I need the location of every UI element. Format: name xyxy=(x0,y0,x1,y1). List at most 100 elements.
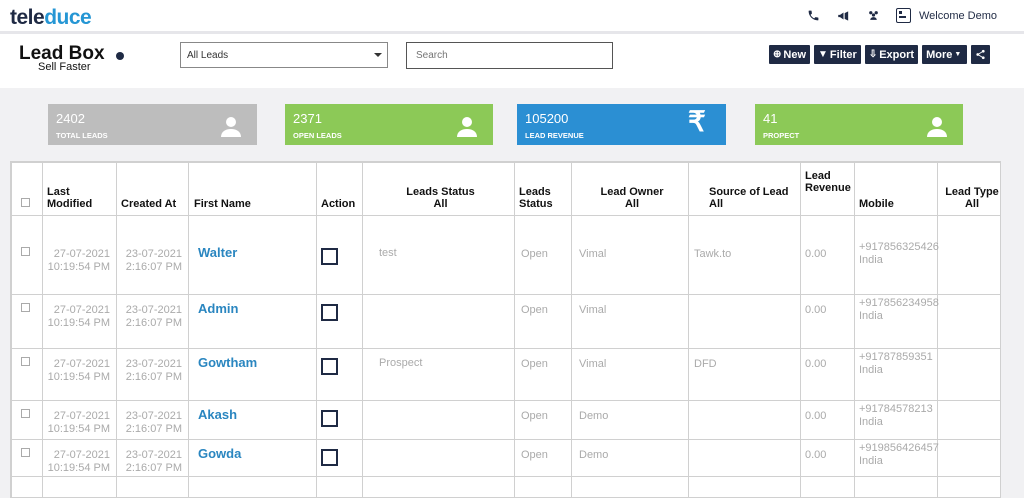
card-prospect[interactable]: 41 PROPECT xyxy=(755,104,963,145)
lead-source-cell: DFD xyxy=(688,348,801,401)
mobile-cell: +91784578213 India xyxy=(854,400,938,440)
new-button[interactable]: ⊕ New xyxy=(769,45,811,64)
col-first-name[interactable]: First Name xyxy=(188,162,317,216)
lead-status-note: Prospect xyxy=(379,357,423,369)
lead-source-cell xyxy=(688,439,801,477)
first-name-cell: Walter xyxy=(188,215,317,295)
lead-owner: Demo xyxy=(579,410,609,422)
lead-owner: Vimal xyxy=(579,358,607,370)
lead-revenue: 0.00 xyxy=(805,304,827,316)
created-at-cell: 23-07-2021 2:16:07 PM xyxy=(116,439,189,477)
page-subtitle: Sell Faster xyxy=(38,61,91,73)
action-checkbox-icon[interactable] xyxy=(321,410,338,427)
table-row[interactable]: 27-07-2021 10:19:54 PM 23-07-2021 2:16:07 P… xyxy=(11,439,1000,477)
lead-country: India xyxy=(859,254,883,266)
first-name-cell: Admin xyxy=(188,294,317,349)
col-action: Action xyxy=(316,162,363,216)
lead-status-cell: Open xyxy=(514,294,572,349)
share-icon xyxy=(976,49,985,60)
lead-name-link[interactable]: Walter xyxy=(198,245,237,260)
card-lead-revenue[interactable]: 105200 LEAD REVENUE ₹ xyxy=(517,104,726,145)
empty-cell xyxy=(800,476,855,497)
col-created-at[interactable]: Created At xyxy=(116,162,189,216)
col-mobile[interactable]: Mobile xyxy=(854,162,938,216)
empty-cell xyxy=(688,476,801,497)
empty-cell xyxy=(362,476,515,497)
last-modified-date: 27-07-2021 xyxy=(53,304,110,316)
funnel-icon: ▼ xyxy=(818,49,828,60)
megaphone-icon[interactable] xyxy=(836,8,852,24)
last-modified-time: 10:19:54 PM xyxy=(47,317,110,329)
action-checkbox-icon[interactable] xyxy=(321,358,338,375)
lead-status: Open xyxy=(521,304,548,316)
first-name-cell: Gowtham xyxy=(188,348,317,401)
action-checkbox-icon[interactable] xyxy=(321,304,338,321)
col-source-of-lead[interactable]: Source of Lead All xyxy=(688,162,801,216)
type-filter-value[interactable]: All xyxy=(965,198,979,210)
lead-revenue: 0.00 xyxy=(805,410,827,422)
created-time: 2:16:07 PM xyxy=(125,317,182,329)
welcome-user[interactable]: Welcome Demo xyxy=(919,10,997,22)
mobile-cell: +917856325426 India xyxy=(854,215,939,295)
table-row[interactable]: 27-07-2021 10:19:54 PM 23-07-2021 2:16:07 P… xyxy=(11,400,1000,440)
card-open-leads[interactable]: 2371 OPEN LEADS xyxy=(285,104,493,145)
leads-status-note-cell xyxy=(362,294,515,349)
select-all-header xyxy=(11,162,43,216)
row-checkbox[interactable] xyxy=(21,409,30,418)
lead-mobile: +91784578213 xyxy=(859,403,933,415)
lead-type-cell xyxy=(937,439,1000,477)
row-select-cell xyxy=(11,400,43,440)
last-modified-cell: 27-07-2021 10:19:54 PM xyxy=(42,294,117,349)
col-leads-status[interactable]: Leads Status xyxy=(514,162,572,216)
created-at-cell: 23-07-2021 2:16:07 PM xyxy=(116,294,189,349)
lead-name-link[interactable]: Gowtham xyxy=(198,355,257,370)
filter-button[interactable]: ▼ Filter xyxy=(814,45,861,64)
status-filter-value[interactable]: All xyxy=(433,198,447,210)
empty-cell xyxy=(854,476,938,497)
action-checkbox-icon[interactable] xyxy=(321,248,338,265)
col-lead-owner[interactable]: Lead Owner All xyxy=(571,162,689,216)
lead-status-cell: Open xyxy=(514,215,572,295)
export-button[interactable]: ⇩ Export xyxy=(864,45,919,64)
action-cell xyxy=(316,215,363,295)
user-icon xyxy=(927,117,947,137)
row-checkbox[interactable] xyxy=(21,448,30,457)
users-icon[interactable] xyxy=(866,8,882,24)
action-cell xyxy=(316,348,363,401)
card-label: PROPECT xyxy=(763,131,800,140)
lead-type-cell xyxy=(937,400,1000,440)
lead-name-link[interactable]: Gowda xyxy=(198,446,241,461)
lead-mobile: +917856234958 xyxy=(859,297,939,309)
empty-cell xyxy=(514,476,572,497)
leads-filter-select[interactable]: All Leads xyxy=(180,42,388,68)
table-row[interactable]: 27-07-2021 10:19:54 PM 23-07-2021 2:16:07 P… xyxy=(11,294,1000,349)
col-leads-status-filter[interactable]: Leads Status All xyxy=(362,162,515,216)
toolbar: ⊕ New ▼ Filter ⇩ Export More ▼ xyxy=(769,45,994,64)
lead-revenue-cell: 0.00 xyxy=(800,215,855,295)
table-row[interactable]: 27-07-2021 10:19:54 PM 23-07-2021 2:16:07 P… xyxy=(11,348,1000,401)
col-lead-revenue[interactable]: Lead Revenue xyxy=(800,162,855,216)
card-label: OPEN LEADS xyxy=(293,131,342,140)
lead-name-link[interactable]: Akash xyxy=(198,407,237,422)
share-button[interactable] xyxy=(971,45,991,64)
lead-name-link[interactable]: Admin xyxy=(198,301,238,316)
col-lead-type[interactable]: Lead Type All xyxy=(937,162,1000,216)
row-checkbox[interactable] xyxy=(21,303,30,312)
last-modified-date: 27-07-2021 xyxy=(53,248,110,260)
search-input[interactable] xyxy=(406,42,613,69)
card-total-leads[interactable]: 2402 TOTAL LEADS xyxy=(48,104,257,145)
select-all-checkbox[interactable] xyxy=(21,198,30,207)
row-checkbox[interactable] xyxy=(21,357,30,366)
row-checkbox[interactable] xyxy=(21,247,30,256)
source-filter-value[interactable]: All xyxy=(709,198,723,210)
owner-filter-value[interactable]: All xyxy=(625,198,639,210)
empty-cell xyxy=(316,476,363,497)
table-row[interactable]: 27-07-2021 10:19:54 PM 23-07-2021 2:16:07 P… xyxy=(11,215,1000,295)
col-last-modified[interactable]: Last Modified xyxy=(42,162,117,216)
app-logo[interactable]: teleduce xyxy=(10,6,92,30)
phone-icon[interactable] xyxy=(806,8,822,24)
created-date: 23-07-2021 xyxy=(125,449,182,461)
lead-type-cell xyxy=(937,348,1000,401)
action-checkbox-icon[interactable] xyxy=(321,449,338,466)
more-button[interactable]: More ▼ xyxy=(922,45,968,64)
